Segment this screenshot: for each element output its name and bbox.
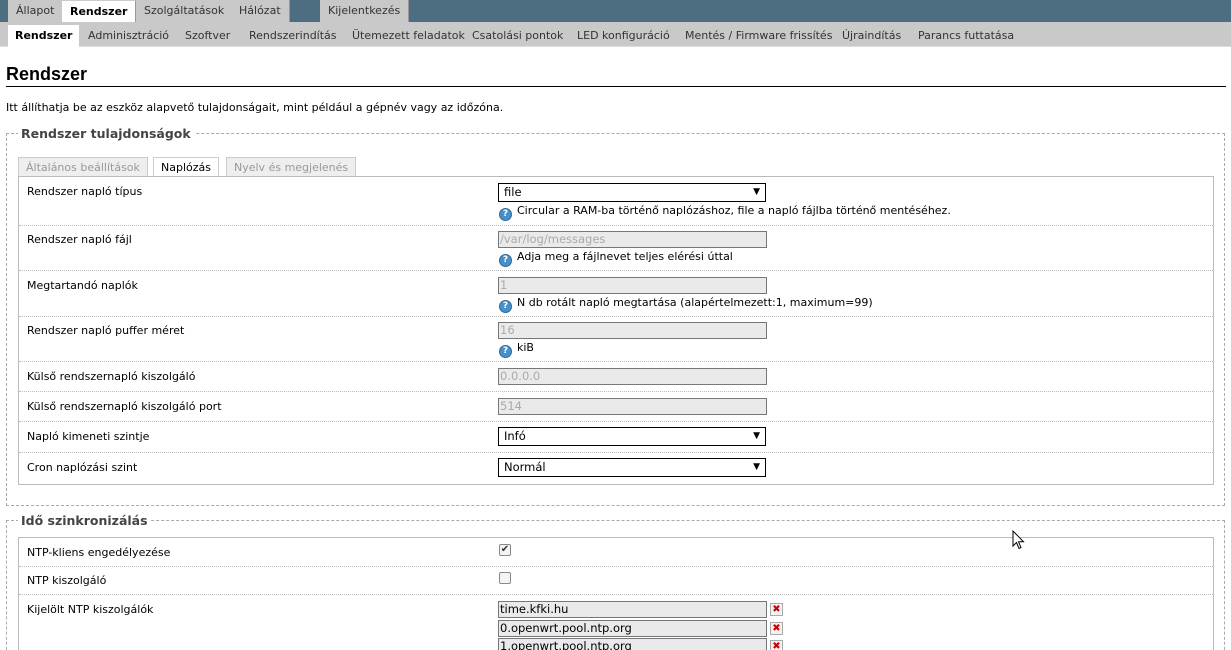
log-output-level-select[interactable]: Infó ▼ (498, 427, 766, 446)
top-menu-bar: Állapot Rendszer Szolgáltatások Hálózat … (0, 0, 1231, 22)
checkmark-icon: ✔ (500, 544, 510, 555)
top-tab-services[interactable]: Szolgáltatások (136, 0, 234, 22)
field-label: Külső rendszernapló kiszolgáló (27, 370, 196, 383)
row-log-output-level: Napló kimeneti szintje Infó ▼ (19, 422, 1213, 453)
sub-tab-scheduled-tasks[interactable]: Ütemezett feladatok (345, 25, 472, 47)
field-label: NTP-kliens engedélyezése (27, 546, 171, 559)
ntp-server-checkbox[interactable] (499, 572, 511, 584)
top-tab-label: Szolgáltatások (144, 4, 225, 17)
hint-text: kiB (517, 341, 534, 354)
top-tab-system[interactable]: Rendszer (62, 0, 137, 22)
row-log-buffer-size: Rendszer napló puffer méret 16 ? kiB (19, 317, 1213, 362)
log-buffer-size-input[interactable]: 16 (498, 322, 767, 339)
select-value: file (504, 185, 522, 199)
tab-logging[interactable]: Naplózás (153, 157, 219, 177)
logging-panel: Rendszer napló típus file ▼ ? Circular a … (18, 176, 1214, 485)
ntp-server-input-3[interactable]: 1.openwrt.pool.ntp.org (498, 638, 767, 650)
page-description: Itt állíthatja be az eszköz alapvető tul… (6, 101, 504, 114)
hint-text: N db rotált napló megtartása (alapértelm… (517, 296, 873, 309)
chevron-down-icon: ▼ (753, 187, 760, 197)
top-tab-status[interactable]: Állapot (8, 0, 64, 22)
help-icon: ? (499, 300, 512, 313)
ntp-panel: NTP-kliens engedélyezése ✔ NTP kiszolgál… (18, 537, 1214, 650)
field-label: Rendszer napló fájl (27, 233, 132, 246)
sub-tab-administration[interactable]: Adminisztráció (81, 25, 176, 47)
ntp-server-input-2[interactable]: 0.openwrt.pool.ntp.org (498, 620, 767, 637)
help-icon: ? (499, 208, 512, 221)
chevron-down-icon: ▼ (753, 462, 760, 472)
hint-text: Adja meg a fájlnevet teljes elérési útta… (517, 250, 733, 263)
sub-tab-led-config[interactable]: LED konfiguráció (570, 25, 677, 47)
row-cron-log-level: Cron naplózási szint Normál ▼ (19, 453, 1213, 484)
top-tab-logout[interactable]: Kijelentkezés (320, 0, 410, 22)
tab-general-settings[interactable]: Általános beállítások (18, 157, 148, 177)
select-value: Infó (504, 429, 526, 443)
logs-to-keep-input[interactable]: 1 (498, 277, 767, 294)
row-ntp-servers: Kijelölt NTP kiszolgálók time.kfki.hu ✖ … (19, 595, 1213, 650)
field-hint: ? kiB (499, 341, 534, 358)
delete-icon[interactable]: ✖ (770, 603, 783, 616)
sub-tab-reboot[interactable]: Újraindítás (835, 25, 908, 47)
row-ntp-server: NTP kiszolgáló (19, 567, 1213, 595)
row-remote-log-server: Külső rendszernapló kiszolgáló 0.0.0.0 (19, 362, 1213, 392)
field-label: Kijelölt NTP kiszolgálók (27, 603, 154, 616)
field-label: Külső rendszernapló kiszolgáló port (27, 400, 222, 413)
row-ntp-enable: NTP-kliens engedélyezése ✔ (19, 538, 1213, 567)
hint-text: Circular a RAM-ba történő naplózáshoz, f… (517, 204, 951, 217)
top-tab-label: Hálózat (239, 4, 281, 17)
row-logs-to-keep: Megtartandó naplók 1 ? N db rotált napló … (19, 271, 1213, 317)
log-file-input[interactable]: /var/log/messages (498, 231, 767, 248)
top-tab-label: Állapot (16, 4, 55, 17)
system-properties-legend: Rendszer tulajdonságok (18, 126, 194, 141)
row-remote-log-port: Külső rendszernapló kiszolgáló port 514 (19, 392, 1213, 422)
remote-log-server-input[interactable]: 0.0.0.0 (498, 368, 767, 385)
sub-tab-custom-commands[interactable]: Parancs futtatása (911, 25, 1021, 47)
sub-tab-startup[interactable]: Rendszerindítás (242, 25, 344, 47)
tab-language-appearance[interactable]: Nyelv és megjelenés (226, 157, 357, 177)
cron-log-level-select[interactable]: Normál ▼ (498, 458, 766, 477)
sub-menu-bar: Rendszer Adminisztráció Szoftver Rendsze… (0, 22, 1231, 47)
remote-log-port-input[interactable]: 514 (498, 398, 767, 415)
field-label: Megtartandó naplók (27, 279, 138, 292)
chevron-down-icon: ▼ (753, 431, 760, 441)
sub-tab-backup-flash[interactable]: Mentés / Firmware frissítés (678, 25, 839, 47)
help-icon: ? (499, 254, 512, 267)
delete-icon[interactable]: ✖ (770, 622, 783, 635)
field-hint: ? Adja meg a fájlnevet teljes elérési útt… (499, 250, 733, 267)
sub-tab-software[interactable]: Szoftver (178, 25, 237, 47)
delete-icon[interactable]: ✖ (770, 640, 783, 650)
field-label: Napló kimeneti szintje (27, 430, 150, 443)
field-label: NTP kiszolgáló (27, 574, 107, 587)
field-hint: ? Circular a RAM-ba történő naplózáshoz, … (499, 204, 951, 221)
field-label: Rendszer napló típus (27, 185, 143, 198)
top-tab-network[interactable]: Hálózat (231, 0, 290, 22)
field-label: Cron naplózási szint (27, 461, 138, 474)
select-value: Normál (504, 460, 546, 474)
sub-tab-system[interactable]: Rendszer (8, 25, 80, 47)
title-divider (6, 86, 1226, 87)
ntp-enable-checkbox[interactable]: ✔ (499, 544, 511, 556)
mouse-pointer-icon (1012, 530, 1025, 550)
top-tab-label: Kijelentkezés (328, 4, 401, 17)
field-hint: ? N db rotált napló megtartása (alapértel… (499, 296, 873, 313)
row-log-type: Rendszer napló típus file ▼ ? Circular a … (19, 177, 1213, 226)
time-sync-legend: Idő szinkronizálás (18, 513, 151, 528)
top-tab-label: Rendszer (70, 5, 128, 18)
help-icon: ? (499, 345, 512, 358)
ntp-server-input-1[interactable]: time.kfki.hu (498, 601, 767, 618)
sub-tab-mount-points[interactable]: Csatolási pontok (465, 25, 570, 47)
field-label: Rendszer napló puffer méret (27, 324, 185, 337)
row-log-file: Rendszer napló fájl /var/log/messages ? A… (19, 226, 1213, 271)
page-title: Rendszer (6, 64, 88, 84)
log-type-select[interactable]: file ▼ (498, 183, 766, 202)
